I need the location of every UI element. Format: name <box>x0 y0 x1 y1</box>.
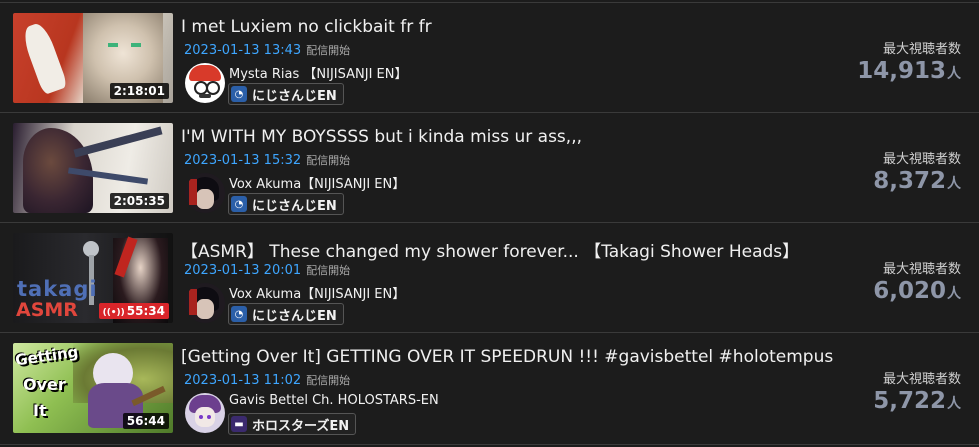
stream-date[interactable]: 2023-01-13 13:43 <box>184 43 301 58</box>
stream-title[interactable]: [Getting Over It] GETTING OVER IT SPEEDR… <box>181 347 833 367</box>
stream-meta: 2023-01-13 13:43 配信開始 <box>184 42 350 58</box>
channel-name[interactable]: Vox Akuma【NIJISANJI EN】 <box>229 173 405 192</box>
stream-row[interactable]: Getting Over It 56:44 [Getting Over It] … <box>0 333 979 443</box>
channel-name[interactable]: Mysta Rias 【NIJISANJI EN】 <box>229 63 407 82</box>
channel-avatar[interactable] <box>185 393 225 433</box>
org-badge[interactable]: ◔ にじさんじEN <box>228 83 344 105</box>
thumbnail-text: ASMR <box>16 299 78 321</box>
stream-date[interactable]: 2023-01-13 20:01 <box>184 263 301 278</box>
stream-date[interactable]: 2023-01-13 11:02 <box>184 373 301 388</box>
stream-row[interactable]: 2:05:35 I'M WITH MY BOYSSSS but i kinda … <box>0 113 979 223</box>
org-badge[interactable]: ◔ にじさんじEN <box>228 193 344 215</box>
channel-avatar[interactable] <box>185 173 225 213</box>
duration-badge: 56:44 <box>122 413 169 429</box>
max-viewers: 5,722人 <box>873 388 961 414</box>
channel-avatar[interactable] <box>185 283 225 323</box>
stream-thumbnail[interactable]: Getting Over It 56:44 <box>13 343 173 433</box>
duration-badge: 2:18:01 <box>109 83 169 99</box>
duration-badge: ((•)) 55:34 <box>98 303 169 319</box>
live-broadcast-icon: ((•)) <box>102 308 125 318</box>
nijisanji-logo-icon: ◔ <box>231 196 247 212</box>
max-viewers-label: 最大視聴者数 <box>882 42 961 57</box>
stream-meta: 2023-01-13 11:02 配信開始 <box>184 372 350 388</box>
stream-thumbnail[interactable]: 2:05:35 <box>13 123 173 213</box>
duration-text: 55:34 <box>126 304 165 318</box>
stream-meta: 2023-01-13 20:01 配信開始 <box>184 262 350 278</box>
thumbnail-text: Over <box>23 375 66 394</box>
max-viewers: 6,020人 <box>873 278 961 304</box>
org-badge[interactable]: ▬ ホロスターズEN <box>228 413 357 435</box>
viewers-unit: 人 <box>947 396 961 412</box>
org-name: にじさんじEN <box>252 88 337 104</box>
divider <box>0 444 979 445</box>
nijisanji-logo-icon: ◔ <box>231 306 247 322</box>
stream-row[interactable]: 2:18:01 I met Luxiem no clickbait fr fr … <box>0 3 979 113</box>
org-badge[interactable]: ◔ にじさんじEN <box>228 303 344 325</box>
max-viewers-count: 8,372 <box>873 168 946 194</box>
stream-status: 配信開始 <box>306 154 351 167</box>
viewers-unit: 人 <box>947 176 961 192</box>
stream-status: 配信開始 <box>306 374 351 387</box>
org-name: にじさんじEN <box>252 308 337 324</box>
stream-thumbnail[interactable]: takagi ASMR ((•)) 55:34 <box>13 233 173 323</box>
holostars-logo-icon: ▬ <box>231 416 247 432</box>
channel-avatar[interactable] <box>185 63 225 103</box>
viewers-unit: 人 <box>947 66 961 82</box>
max-viewers-label: 最大視聴者数 <box>882 262 961 277</box>
stream-row[interactable]: takagi ASMR ((•)) 55:34 【ASMR】 These chan… <box>0 223 979 333</box>
max-viewers: 8,372人 <box>873 168 961 194</box>
stream-thumbnail[interactable]: 2:18:01 <box>13 13 173 103</box>
stream-status: 配信開始 <box>306 264 351 277</box>
max-viewers-count: 5,722 <box>873 388 946 414</box>
stream-status: 配信開始 <box>306 44 351 57</box>
thumbnail-text: takagi <box>17 277 98 301</box>
stream-meta: 2023-01-13 15:32 配信開始 <box>184 152 350 168</box>
max-viewers: 14,913人 <box>857 58 961 84</box>
max-viewers-count: 6,020 <box>873 278 946 304</box>
stream-title[interactable]: 【ASMR】 These changed my shower forever..… <box>181 237 799 262</box>
stream-title[interactable]: I met Luxiem no clickbait fr fr <box>181 17 432 37</box>
nijisanji-logo-icon: ◔ <box>231 86 247 102</box>
org-name: にじさんじEN <box>252 198 337 214</box>
stream-date[interactable]: 2023-01-13 15:32 <box>184 153 301 168</box>
org-name: ホロスターズEN <box>252 418 350 434</box>
max-viewers-count: 14,913 <box>857 58 946 84</box>
viewers-unit: 人 <box>947 286 961 302</box>
stream-title[interactable]: I'M WITH MY BOYSSSS but i kinda miss ur … <box>181 127 582 147</box>
channel-name[interactable]: Vox Akuma【NIJISANJI EN】 <box>229 283 405 302</box>
duration-badge: 2:05:35 <box>109 193 169 209</box>
max-viewers-label: 最大視聴者数 <box>882 152 961 167</box>
max-viewers-label: 最大視聴者数 <box>882 372 961 387</box>
channel-name[interactable]: Gavis Bettel Ch. HOLOSTARS-EN <box>229 393 439 408</box>
thumbnail-text: It <box>33 401 47 420</box>
stream-list: 2:18:01 I met Luxiem no clickbait fr fr … <box>0 0 979 447</box>
